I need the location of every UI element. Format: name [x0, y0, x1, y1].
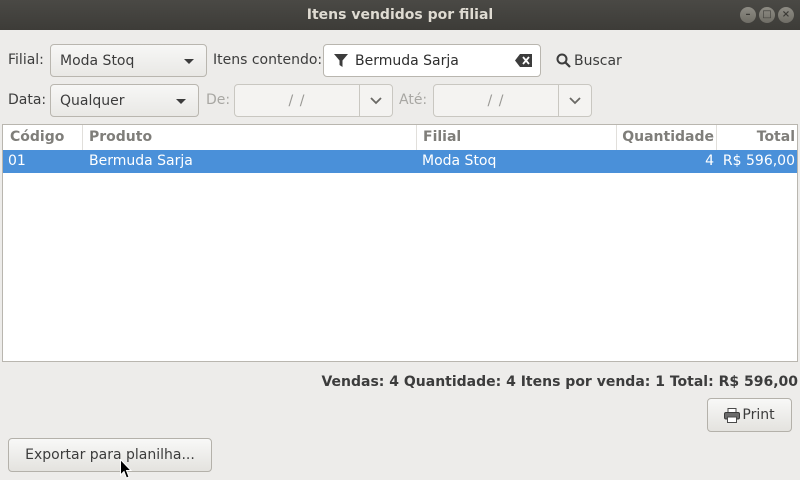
window-titlebar: Itens vendidos por filial – □ × [0, 0, 800, 30]
cell-filial: Moda Stoq [422, 153, 497, 169]
to-date-label: Até: [399, 92, 428, 108]
column-header-label: Total [756, 129, 795, 145]
search-button[interactable]: Buscar [552, 44, 626, 77]
search-button-label: Buscar [574, 52, 622, 69]
close-icon[interactable]: × [778, 7, 794, 23]
export-spreadsheet-button[interactable]: Exportar para planilha... [8, 438, 212, 472]
chevron-down-icon [569, 96, 581, 104]
chevron-down-icon [370, 96, 382, 104]
filter-icon[interactable] [334, 53, 348, 68]
column-header-filial[interactable]: Filial [417, 125, 617, 150]
column-header-total[interactable]: Total [717, 125, 797, 150]
column-header-label: Quantidade [622, 129, 714, 145]
chevron-down-icon [184, 58, 194, 64]
from-date-dropdown[interactable] [359, 85, 392, 116]
mouse-cursor-icon [120, 459, 132, 479]
column-header-produto[interactable]: Produto [83, 125, 417, 150]
printer-icon [724, 407, 741, 423]
cell-codigo: 01 [8, 153, 26, 169]
print-button[interactable]: Print [707, 398, 792, 432]
window-controls: – □ × [740, 7, 794, 23]
maximize-icon[interactable]: □ [759, 7, 775, 23]
to-date-input[interactable]: / / [433, 84, 592, 117]
branch-label: Filial: [8, 52, 44, 68]
table-row[interactable]: 01 Bermuda Sarja Moda Stoq 4 R$ 596,00 [3, 150, 797, 173]
date-label: Data: [8, 92, 47, 108]
branch-select-value: Moda Stoq [60, 52, 135, 69]
column-header-quantidade[interactable]: Quantidade [617, 125, 717, 150]
table-header: Código Produto Filial Quantidade Total [3, 125, 797, 162]
cell-total: R$ 596,00 [722, 153, 795, 169]
date-select-value: Qualquer [60, 92, 125, 109]
minimize-icon[interactable]: – [740, 7, 756, 23]
column-header-codigo[interactable]: Código [3, 125, 83, 162]
branch-select[interactable]: Moda Stoq [50, 44, 207, 77]
chevron-down-icon [176, 98, 186, 104]
items-search-input[interactable]: Bermuda Sarja [323, 44, 541, 77]
cell-produto: Bermuda Sarja [89, 153, 193, 169]
cell-quantidade: 4 [705, 153, 714, 169]
to-date-dropdown[interactable] [558, 85, 591, 116]
to-date-value: / / [487, 92, 505, 109]
sales-summary: Vendas: 4 Quantidade: 4 Itens por venda:… [321, 374, 798, 390]
date-select[interactable]: Qualquer [50, 84, 199, 117]
column-header-label: Filial [423, 129, 462, 145]
items-search-value: Bermuda Sarja [355, 52, 459, 69]
items-label: Itens contendo: [213, 52, 323, 68]
from-date-input[interactable]: / / [234, 84, 393, 117]
clear-text-icon[interactable] [515, 54, 532, 67]
export-button-label: Exportar para planilha... [25, 447, 195, 463]
results-table[interactable]: Código Produto Filial Quantidade Total 0… [2, 124, 798, 362]
from-date-value: / / [288, 92, 306, 109]
search-icon [556, 53, 571, 68]
window-title: Itens vendidos por filial [306, 7, 494, 23]
column-header-label: Código [10, 129, 65, 145]
column-header-label: Produto [89, 129, 153, 145]
print-button-label: Print [742, 407, 775, 423]
from-date-label: De: [206, 92, 231, 108]
